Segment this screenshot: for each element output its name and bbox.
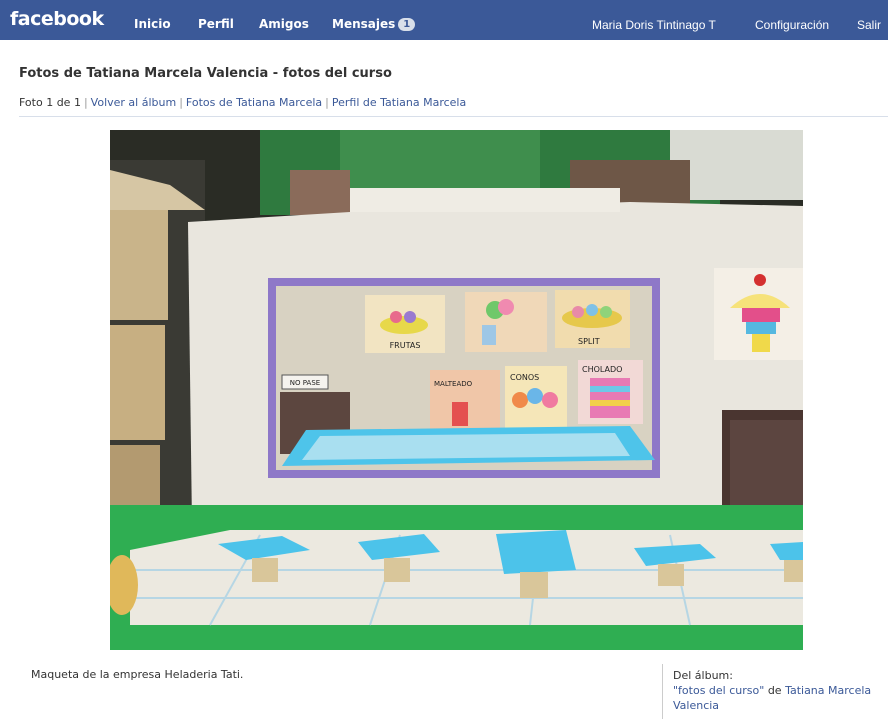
messages-count-badge: 1 <box>398 18 416 31</box>
svg-text:CONOS: CONOS <box>510 373 539 382</box>
nav-mensajes[interactable]: Mensajes 1 <box>332 17 416 31</box>
svg-text:MALTEADO: MALTEADO <box>434 380 473 388</box>
nav-inicio[interactable]: Inicio <box>134 17 171 31</box>
page-title: Fotos de Tatiana Marcela Valencia - foto… <box>19 66 392 81</box>
main-photo[interactable]: FRUTAS SPLIT MALTEADO CONOS CHOLADO NO P… <box>110 130 803 650</box>
facebook-logo[interactable]: facebook <box>10 8 104 30</box>
header-divider <box>19 116 888 117</box>
separator: | <box>325 96 329 109</box>
svg-text:SPLIT: SPLIT <box>578 337 600 346</box>
nav-amigos[interactable]: Amigos <box>259 17 309 31</box>
owner-profile-link[interactable]: Perfil de Tatiana Marcela <box>332 96 466 109</box>
ice-cream-shop-model-image: FRUTAS SPLIT MALTEADO CONOS CHOLADO NO P… <box>110 130 803 650</box>
svg-text:CHOLADO: CHOLADO <box>582 365 622 374</box>
user-name-link[interactable]: Maria Doris Tintinago T <box>592 18 716 32</box>
svg-text:FRUTAS: FRUTAS <box>390 341 421 350</box>
photo-caption: Maqueta de la empresa Heladeria Tati. <box>31 668 244 681</box>
album-of-text: de <box>767 684 782 697</box>
owner-photos-link[interactable]: Fotos de Tatiana Marcela <box>186 96 322 109</box>
album-info: Del álbum: "fotos del curso" de Tatiana … <box>673 668 883 713</box>
nav-mensajes-label: Mensajes <box>332 17 396 31</box>
separator: | <box>179 96 183 109</box>
photo-count: Foto 1 de 1 <box>19 96 81 109</box>
album-link[interactable]: "fotos del curso" <box>673 684 764 697</box>
svg-text:NO PASE: NO PASE <box>290 379 320 387</box>
separator: | <box>83 96 88 109</box>
nav-perfil[interactable]: Perfil <box>198 17 234 31</box>
album-from-label: Del álbum: <box>673 669 733 682</box>
nav-bar-bottom-border <box>0 40 888 45</box>
logout-link[interactable]: Salir <box>857 18 881 32</box>
back-to-album-link[interactable]: Volver al álbum <box>91 96 177 109</box>
top-nav-bar: facebook Inicio Perfil Amigos Mensajes 1 … <box>0 0 888 45</box>
settings-link[interactable]: Configuración <box>755 18 829 32</box>
album-info-divider <box>662 664 663 719</box>
album-source-line: "fotos del curso" de Tatiana Marcela Val… <box>673 683 883 713</box>
photo-breadcrumb: Foto 1 de 1 | Volver al álbum | Fotos de Tat… <box>19 96 466 109</box>
